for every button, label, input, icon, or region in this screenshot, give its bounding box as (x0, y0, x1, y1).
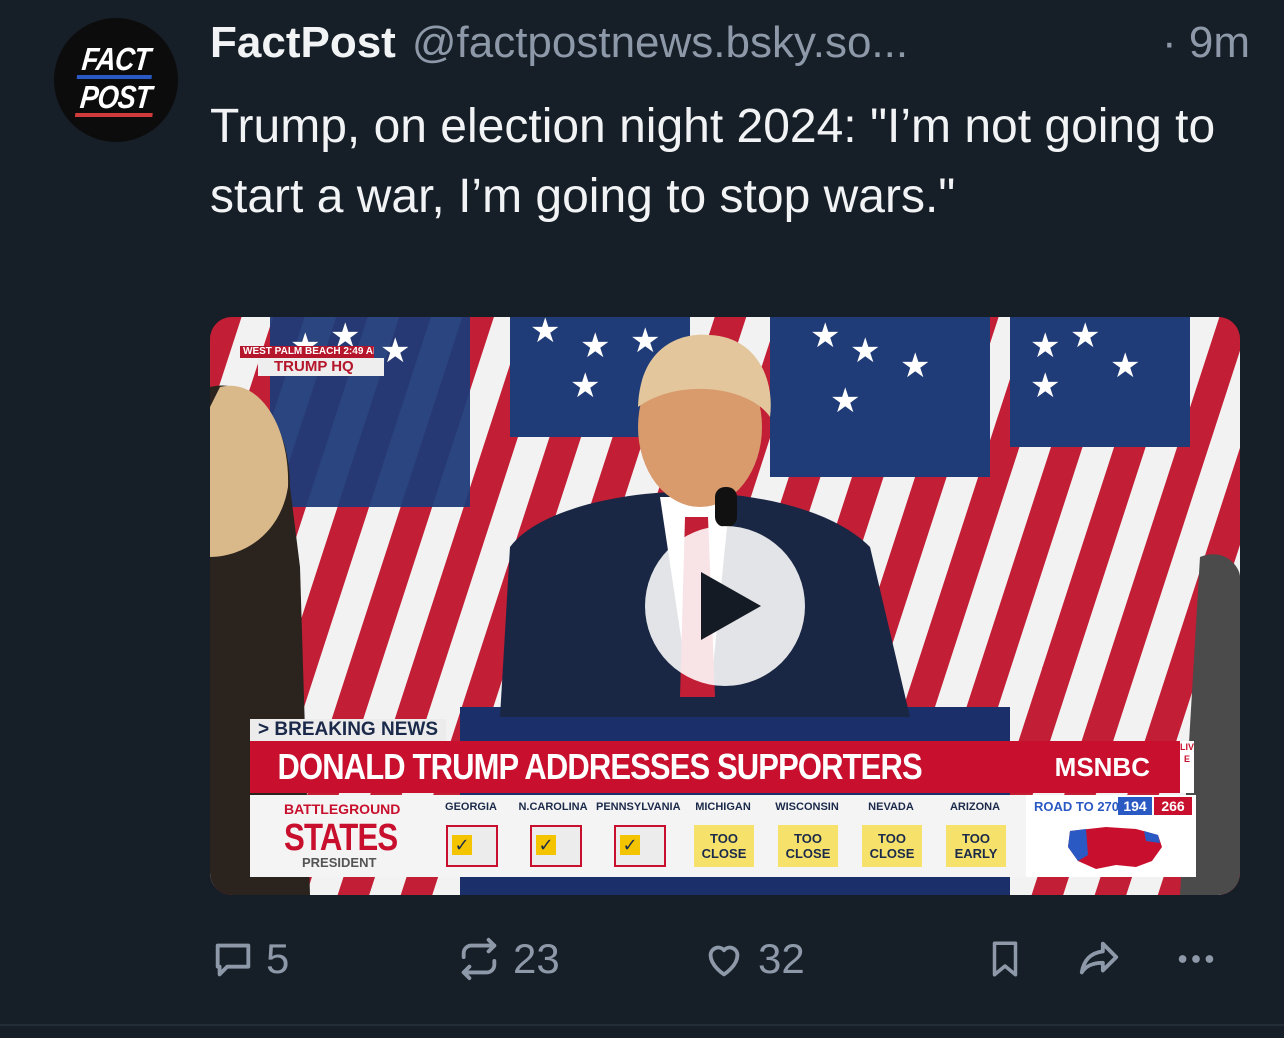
state-ncarolina-called: ✓ (530, 825, 582, 867)
bookmark-icon (992, 941, 1018, 977)
share-arrow-icon (1079, 941, 1119, 975)
network-logo: MSNBC (1054, 751, 1150, 782)
avatar-logo-line-1: FACT (76, 41, 156, 79)
state-wisconsin-name: WISCONSIN (775, 801, 839, 813)
avatar-logo-line-2: POST (75, 79, 157, 117)
live-badge: LIVE (1180, 741, 1194, 793)
svg-text:★: ★ (1070, 317, 1100, 356)
post-text: Trump, on election night 2024: "I’m not … (210, 100, 1216, 223)
trump-hq-tag: TRUMP HQ (258, 358, 384, 376)
reply-count: 5 (266, 935, 290, 982)
repost-icon (461, 937, 497, 981)
battleground-states-bar: BATTLEGROUND STATES PRESIDENT GEORGIA ✓ … (250, 795, 1196, 877)
author-avatar[interactable]: FACT POST (54, 18, 178, 142)
checkmark-icon: ✓ (536, 835, 556, 855)
svg-text:★: ★ (830, 381, 860, 421)
svg-text:★: ★ (530, 317, 560, 351)
reply-icon (215, 943, 251, 977)
us-map-icon (1068, 827, 1162, 869)
checkmark-icon: ✓ (620, 835, 640, 855)
share-button[interactable] (1072, 933, 1126, 985)
state-arizona-name: ARIZONA (949, 801, 1001, 813)
state-arizona-status: TOO EARLY (946, 825, 1006, 867)
author-name[interactable]: FactPost (210, 18, 396, 68)
svg-text:★: ★ (1030, 326, 1060, 366)
rep-electoral-count: 266 (1154, 797, 1192, 815)
road-to-270-label: ROAD TO 270 (1034, 799, 1120, 814)
dem-electoral-count: 194 (1118, 797, 1152, 815)
repost-button[interactable]: 23 (455, 933, 560, 985)
repost-count: 23 (513, 935, 560, 982)
state-pennsylvania-name: PENNSYLVANIA (596, 801, 681, 813)
play-button[interactable] (645, 526, 805, 686)
feed-continuation (0, 1026, 1284, 1038)
breaking-news-label: > BREAKING NEWS (250, 719, 446, 741)
svg-text:★: ★ (580, 326, 610, 366)
more-options-button[interactable] (1170, 933, 1222, 985)
author-handle[interactable]: @factpostnews.bsky.so... (412, 18, 908, 68)
video-thumbnail[interactable]: ★★★ ★★★ ★★★ ★★★ ★★★ WEST PALM BEACH 2:4 (210, 317, 1240, 895)
svg-text:★: ★ (810, 317, 840, 356)
svg-text:★: ★ (570, 366, 600, 406)
bookmark-button[interactable] (984, 933, 1026, 985)
president-label: PRESIDENT (302, 855, 377, 870)
road-to-270-box: ROAD TO 270 194 266 (1026, 795, 1196, 877)
state-michigan-name: MICHIGAN (695, 801, 751, 813)
headline-bar: DONALD TRUMP ADDRESSES SUPPORTERS MSNBC (250, 741, 1180, 793)
state-pennsylvania-called: ✓ (614, 825, 666, 867)
svg-text:★: ★ (900, 346, 930, 386)
state-georgia-called: ✓ (446, 825, 498, 867)
svg-text:★: ★ (1030, 366, 1060, 406)
svg-text:★: ★ (1110, 346, 1140, 386)
state-wisconsin-status: TOO CLOSE (778, 825, 838, 867)
feed-post[interactable]: FACT POST FactPost @factpostnews.bsky.so… (0, 0, 1284, 1026)
checkmark-icon: ✓ (452, 835, 472, 855)
ellipsis-icon (1178, 955, 1214, 963)
state-nevada-name: NEVADA (868, 801, 914, 813)
post-actions: 5 23 32 (0, 925, 1284, 995)
location-tag: WEST PALM BEACH 2:49 AM (240, 346, 374, 358)
state-ncarolina-name: N.CAROLINA (518, 801, 588, 813)
state-georgia-name: GEORGIA (445, 801, 497, 813)
reply-button[interactable]: 5 (210, 933, 289, 985)
like-count: 32 (758, 935, 805, 982)
svg-text:★: ★ (380, 331, 410, 371)
post-header: FactPost @factpostnews.bsky.so... · 9m (210, 18, 1250, 74)
play-icon (701, 572, 761, 640)
post-timestamp[interactable]: · 9m (1162, 18, 1250, 68)
heart-icon (708, 945, 740, 977)
state-michigan-status: TOO CLOSE (694, 825, 754, 867)
like-button[interactable]: 32 (700, 933, 805, 985)
states-label: STATES (284, 817, 398, 859)
battleground-label: BATTLEGROUND (284, 801, 401, 817)
headline-text: DONALD TRUMP ADDRESSES SUPPORTERS (277, 746, 923, 787)
svg-text:★: ★ (850, 331, 880, 371)
state-nevada-status: TOO CLOSE (862, 825, 922, 867)
